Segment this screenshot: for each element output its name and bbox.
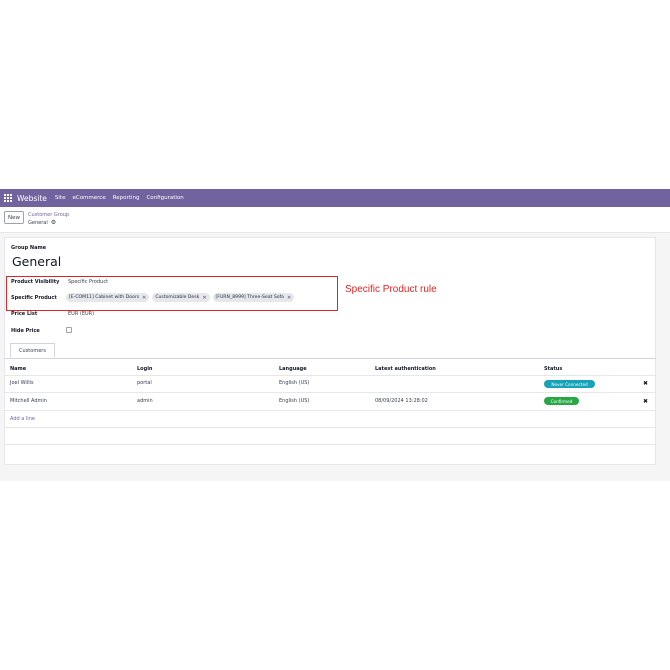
status-badge: Never Connected (544, 380, 595, 388)
cell-language: English (US) (279, 380, 310, 386)
cell-name: Mitchell Admin (10, 398, 47, 404)
column-header-status[interactable]: Status (544, 366, 562, 372)
row-divider (4, 427, 656, 428)
breadcrumb-current-label: General (28, 219, 48, 226)
column-header-language[interactable]: Language (279, 366, 307, 372)
row-divider (4, 410, 656, 411)
row-divider (4, 444, 656, 445)
row-divider (4, 375, 656, 376)
menu-configuration[interactable]: Configuration (146, 195, 183, 201)
breadcrumb-current: General ⚙ (28, 219, 56, 226)
top-navbar: Website Site eCommerce Reporting Configu… (0, 189, 670, 207)
cell-login: admin (137, 398, 153, 404)
cell-login: portal (137, 380, 152, 386)
column-header-login[interactable]: Login (137, 366, 152, 372)
group-name-input[interactable]: General (12, 254, 61, 269)
hide-price-label: Hide Price (11, 328, 40, 334)
new-button[interactable]: New (4, 211, 24, 224)
form-sheet (4, 237, 656, 465)
delete-row-icon[interactable]: ✖ (643, 398, 648, 405)
breadcrumb-parent[interactable]: Customer Group (28, 212, 69, 218)
apps-grid-icon[interactable] (4, 193, 13, 203)
annotation-label: Specific Product rule (345, 284, 437, 295)
cell-language: English (US) (279, 398, 310, 404)
group-name-label: Group Name (11, 245, 47, 251)
column-header-latest-auth[interactable]: Latest authentication (375, 366, 436, 372)
tab-divider (4, 358, 656, 359)
column-header-name[interactable]: Name (10, 366, 26, 372)
delete-row-icon[interactable]: ✖ (643, 380, 648, 387)
menu-site[interactable]: Site (55, 195, 66, 201)
price-list-field[interactable]: EUR (EUR) (68, 311, 94, 317)
price-list-label: Price List (11, 311, 38, 317)
status-badge: Confirmed (544, 397, 579, 405)
cell-name: Joel Willis (10, 380, 34, 386)
row-divider (4, 392, 656, 393)
control-panel: New Customer Group General ⚙ (0, 207, 670, 233)
tab-customers[interactable]: Customers (10, 343, 55, 358)
menu-reporting[interactable]: Reporting (113, 195, 140, 201)
app-brand[interactable]: Website (17, 194, 47, 203)
add-line-link[interactable]: Add a line (10, 416, 35, 422)
cell-latest-auth: 08/09/2024 13:28:02 (375, 398, 428, 404)
gear-icon[interactable]: ⚙ (51, 219, 56, 226)
menu-ecommerce[interactable]: eCommerce (72, 195, 105, 201)
highlight-box (6, 276, 338, 311)
hide-price-checkbox[interactable] (66, 327, 72, 333)
